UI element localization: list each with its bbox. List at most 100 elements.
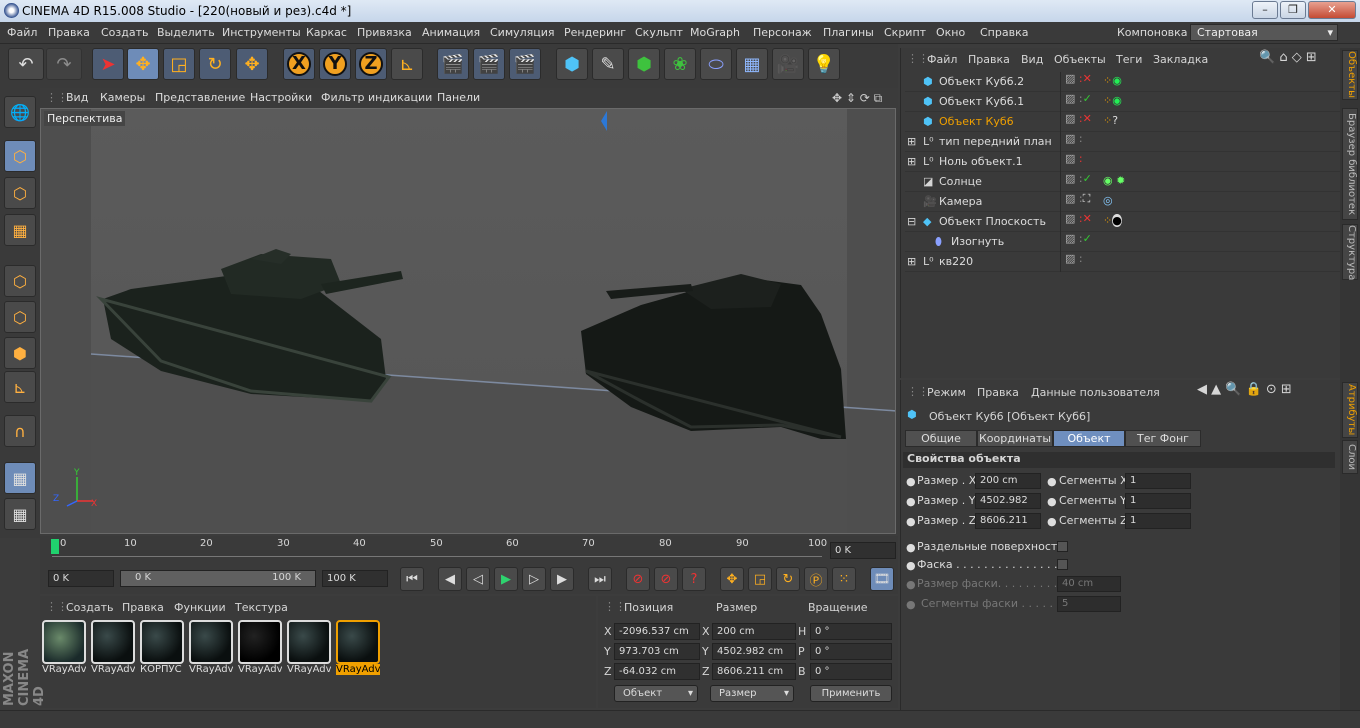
material-item[interactable]: VRayAdv [287, 620, 331, 678]
menu-character[interactable]: Персонаж [753, 26, 812, 39]
visibility-controls[interactable]: ▨ : [1060, 252, 1100, 272]
material-item[interactable]: VRayAdv [238, 620, 282, 678]
live-select-button[interactable]: ➤ [92, 48, 124, 80]
menu-sculpt[interactable]: Скульпт [635, 26, 683, 39]
menu-simulation[interactable]: Симуляция [490, 26, 555, 39]
tag-icons[interactable]: ◉ ✹ [1103, 174, 1125, 187]
size-y-input[interactable]: 4502.982 [975, 493, 1041, 509]
fillet-subdivision-input[interactable]: 5 [1057, 596, 1121, 612]
rotation-p-field[interactable]: 0 ° [810, 643, 892, 660]
tag-icons[interactable]: ⁘● [1103, 214, 1122, 227]
object-menu-file[interactable]: Файл [927, 53, 957, 66]
segments-y-input[interactable]: 1 [1125, 493, 1191, 509]
material-item[interactable]: VRayAdv [91, 620, 135, 678]
viewport-navigation-icons[interactable]: ✥ ⇕ ⟳ ⧉ [832, 91, 882, 106]
material-menu-create[interactable]: Создать [66, 601, 114, 614]
segments-x-input[interactable]: 1 [1125, 473, 1191, 489]
object-menu-tags[interactable]: Теги [1116, 53, 1142, 66]
snap-button[interactable]: ∩ [4, 415, 36, 447]
maximize-button[interactable]: ❐ [1280, 1, 1306, 19]
material-menu-edit[interactable]: Правка [122, 601, 164, 614]
keyframe-selection-button[interactable]: ? [682, 567, 706, 591]
object-menu-view[interactable]: Вид [1021, 53, 1043, 66]
attribute-menu-edit[interactable]: Правка [977, 386, 1019, 399]
texture-mode-button[interactable]: ⬡ [4, 177, 36, 209]
workplane-lock-button[interactable]: ▦ [4, 462, 36, 494]
rotate-tool-button[interactable]: ↻ [199, 48, 231, 80]
menu-render[interactable]: Рендеринг [564, 26, 626, 39]
expand-icon[interactable]: ⊞ [907, 135, 916, 148]
layout-dropdown[interactable]: Стартовая ▾ [1190, 24, 1338, 41]
object-row-selected[interactable]: ⬢ Объект Куб6 ▨ :✕ ⁘? [905, 112, 1341, 132]
object-row[interactable]: ⬢ Объект Куб6.2 ▨ :✕ ⁘◉ [905, 72, 1341, 92]
object-row[interactable]: ⬮ Изогнуть ▨ :✓ [905, 232, 1341, 252]
menu-create[interactable]: Создать [101, 26, 149, 39]
minimize-button[interactable]: – [1252, 1, 1278, 19]
object-manager-nav-icons[interactable]: 🔍 ⌂ ◇ ⊞ [1259, 50, 1317, 65]
side-tab-content-browser[interactable]: Браузер библиотек [1342, 108, 1358, 220]
visibility-controls[interactable]: ▨ : [1060, 152, 1100, 172]
previous-key-button[interactable]: ◀ [438, 567, 462, 591]
object-row[interactable]: ◪ Солнце ▨ :✓ ◉ ✹ [905, 172, 1341, 192]
material-item[interactable]: VRayAdv [42, 620, 86, 678]
polygons-mode-button[interactable]: ⬢ [4, 337, 36, 369]
menu-help[interactable]: Справка [980, 26, 1028, 39]
play-button[interactable]: ▶ [494, 567, 518, 591]
light-button[interactable]: 💡 [808, 48, 840, 80]
menu-select[interactable]: Выделить [157, 26, 215, 39]
edges-mode-button[interactable]: ⬡ [4, 301, 36, 333]
timeline-button[interactable]: 🎞 [870, 567, 894, 591]
size-mode-dropdown[interactable]: Размер ▾ [710, 685, 794, 702]
viewport-menu-filter[interactable]: Фильтр индикации [321, 91, 432, 104]
visibility-controls[interactable]: ▨ :✕ [1060, 72, 1100, 92]
rotation-h-field[interactable]: 0 ° [810, 623, 892, 640]
render-view-button[interactable]: 🎬 [437, 48, 469, 80]
size-z-input[interactable]: 8606.211 [975, 513, 1041, 529]
tab-coordinates[interactable]: Координаты [977, 430, 1053, 447]
visibility-controls[interactable]: ▨ :✕ [1060, 112, 1100, 132]
key-rotation-button[interactable]: ↻ [776, 567, 800, 591]
move-tool-button[interactable]: ✥ [127, 48, 159, 80]
viewport-menu-view[interactable]: Вид [66, 91, 88, 104]
record-keys-button[interactable]: ⊘ [626, 567, 650, 591]
render-settings-button[interactable]: 🎬 [509, 48, 541, 80]
fillet-checkbox[interactable] [1057, 559, 1068, 570]
autokey-button[interactable]: ⊘ [654, 567, 678, 591]
menu-edit[interactable]: Правка [48, 26, 90, 39]
subdivision-button[interactable]: ⬢ [628, 48, 660, 80]
position-z-field[interactable]: -64.032 cm [614, 663, 700, 680]
key-scale-button[interactable]: ◲ [748, 567, 772, 591]
attribute-menu-mode[interactable]: Режим [927, 386, 966, 399]
timeline-ruler[interactable]: 0 10 20 30 40 50 60 70 80 90 100 0 K [40, 536, 898, 564]
visibility-controls[interactable]: ▨ :⛶ [1060, 192, 1100, 212]
rotation-b-field[interactable]: 0 ° [810, 663, 892, 680]
object-row[interactable]: ⊞ L⁰ Ноль объект.1 ▨ : [905, 152, 1341, 172]
make-editable-button[interactable]: 🌐 [4, 96, 36, 128]
visibility-controls[interactable]: ▨ :✕ [1060, 212, 1100, 232]
visibility-controls[interactable]: ▨ :✓ [1060, 232, 1100, 252]
position-x-field[interactable]: -2096.537 cm [614, 623, 700, 640]
viewport-menu-options[interactable]: Настройки [250, 91, 312, 104]
visibility-controls[interactable]: ▨ : [1060, 132, 1100, 152]
menu-mograph[interactable]: MoGraph [690, 26, 740, 39]
close-button[interactable]: ✕ [1308, 1, 1356, 19]
key-position-button[interactable]: ✥ [720, 567, 744, 591]
tag-icons[interactable]: ⁘◉ [1103, 94, 1122, 107]
object-row[interactable]: ⊞ L⁰ тип передний план ▨ : [905, 132, 1341, 152]
side-tab-attributes[interactable]: Атрибуты [1342, 382, 1358, 438]
separate-surfaces-checkbox[interactable] [1057, 541, 1068, 552]
collapse-icon[interactable]: ⊟ [907, 215, 916, 228]
array-button[interactable]: ❀ [664, 48, 696, 80]
fillet-radius-input[interactable]: 40 cm [1057, 576, 1121, 592]
key-parameter-button[interactable]: Ⓟ [804, 567, 828, 591]
model-mode-button[interactable]: ⬡ [4, 140, 36, 172]
menu-animation[interactable]: Анимация [422, 26, 480, 39]
expand-icon[interactable]: ⊞ [907, 255, 916, 268]
key-pla-button[interactable]: ⁙ [832, 567, 856, 591]
coordinate-mode-dropdown[interactable]: Объект ▾ [614, 685, 698, 702]
size-x-field[interactable]: 200 cm [712, 623, 796, 640]
side-tab-structure[interactable]: Структура [1342, 224, 1358, 280]
viewport-menu-panels[interactable]: Панели [437, 91, 480, 104]
menu-script[interactable]: Скрипт [884, 26, 926, 39]
attribute-menu-userdata[interactable]: Данные пользователя [1031, 386, 1160, 399]
